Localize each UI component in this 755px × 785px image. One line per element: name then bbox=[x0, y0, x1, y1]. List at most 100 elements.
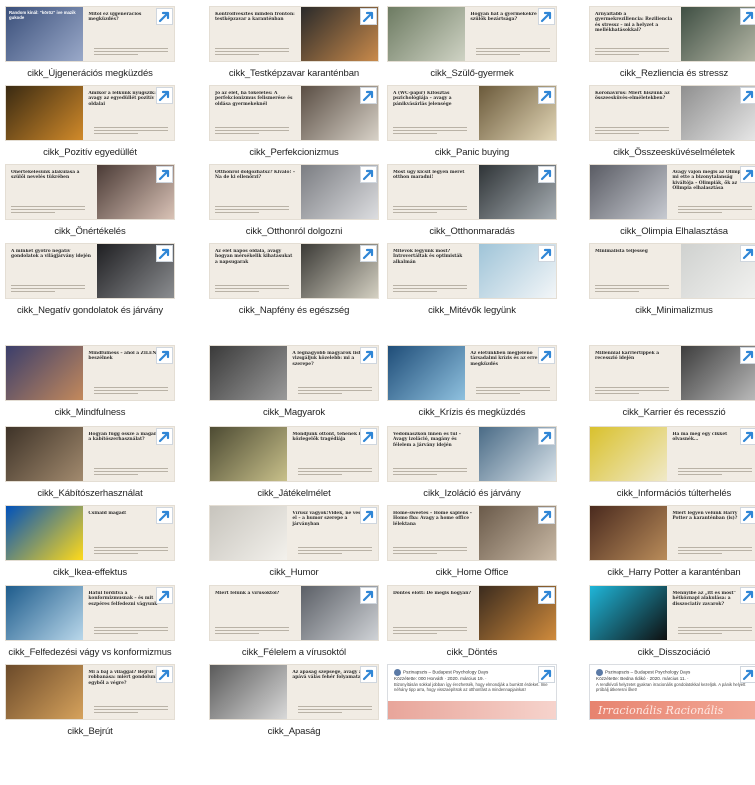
file-name-label: cikk_Bejrút bbox=[67, 726, 113, 737]
file-item-cikk-negativ-gondolatok-es-jarvany[interactable]: A minket gyötrő negatív gondolatok a vil… bbox=[4, 243, 176, 316]
file-thumbnail: Avagy vajon mégis az Olimpia, mi ette a … bbox=[589, 164, 755, 220]
file-name-label: cikk_Összeesküvéselméletek bbox=[613, 147, 735, 158]
thumbnail-body-lines bbox=[393, 625, 467, 634]
shortcut-arrow-icon bbox=[360, 87, 377, 104]
file-thumbnail: Csináld magad! bbox=[5, 505, 175, 561]
thumbnail-photo bbox=[590, 427, 668, 481]
file-name-label: cikk_Minimalizmus bbox=[635, 305, 713, 316]
thumbnail-photo bbox=[590, 165, 668, 219]
file-item-cikk-dontes[interactable]: Döntés előtt: De mégis hogyan? cikk_Dönté… bbox=[386, 585, 558, 658]
file-thumbnail: Home-sweetes – Home sapiens – Homo fba: … bbox=[387, 505, 557, 561]
file-item-cikk-rezliencia-es-stressz[interactable]: Árnyaltabb a gyermekreziliencia: Rezilie… bbox=[588, 6, 755, 79]
thumbnail-photo bbox=[6, 506, 84, 560]
thumbnail-body-lines bbox=[215, 125, 289, 134]
file-item-cikk-olimpia-elhalasztasa[interactable]: Avagy vajon mégis az Olimpia, mi ette a … bbox=[588, 164, 755, 237]
file-item-cikk-felelem-a-virusoktol[interactable]: Miért félünk a vírusoktól? cikk_Félelem a… bbox=[208, 585, 380, 658]
file-item-cikk-otthonrol-dolgozni[interactable]: Otthonról dolgozhatsz? Kiváló! – Na de k… bbox=[208, 164, 380, 237]
file-item-cikk-szulo-gyermek[interactable]: Hogyan hat a gyermekekre a szülők bezárt… bbox=[386, 6, 558, 79]
file-name-label: cikk_Pozitív egyedüllét bbox=[43, 147, 137, 158]
file-name-label: cikk_Humor bbox=[269, 567, 319, 578]
file-thumbnail: Védőmaszkon innen és túl – Avagy izoláci… bbox=[387, 426, 557, 482]
file-item-cikk-mindfulness[interactable]: Mindfulness – ahol a ZILENSZ beszélnek ci… bbox=[4, 345, 176, 418]
shortcut-arrow-icon bbox=[156, 347, 173, 364]
thumbnail-headline: Döntés előtt: De mégis hogyan? bbox=[393, 591, 472, 596]
post-page-name: Pszinapszis – Budapest Psychology Days bbox=[403, 669, 489, 675]
thumbnail-body-lines bbox=[476, 46, 550, 55]
file-item-cikk-testkepzavar-karantenban[interactable]: Kontrollvesztés minden fronton: testképz… bbox=[208, 6, 380, 79]
shortcut-arrow-icon bbox=[360, 245, 377, 262]
file-item-cikk-onertekeles[interactable]: Önértékelésünk alakulása a szülői nevelé… bbox=[4, 164, 176, 237]
thumbnail-headline: Kontrollvesztés minden fronton: testképz… bbox=[215, 12, 295, 23]
file-thumbnail: Mindfulness – ahol a ZILENSZ beszélnek bbox=[5, 345, 175, 401]
shortcut-arrow-icon bbox=[740, 245, 755, 262]
file-thumbnail: Hogyan hat a gyermekekre a szülők bezárt… bbox=[387, 6, 557, 62]
file-thumbnail: Millennial karriertippek a recesszió ide… bbox=[589, 345, 755, 401]
thumbnail-body-lines bbox=[94, 625, 168, 634]
file-item-cikk-napfeny-es-egeszseg[interactable]: Az élet napos oldala, avagy hogyan mérsé… bbox=[208, 243, 380, 316]
file-item-cikk-ujgeneracios-megkuzdes[interactable]: Random kínál: "köröz" ive mazik gukode Mi… bbox=[4, 6, 176, 79]
file-item-cikk-informacios-tulterheles[interactable]: Ha ma még egy cikket olvasnék... cikk_Inf… bbox=[588, 426, 755, 499]
thumbnail-headline: Most ugy kicsit legyen meret otthon mara… bbox=[393, 170, 465, 181]
file-item-cikk-karrier-es-recesszio[interactable]: Millennial karriertippek a recesszió ide… bbox=[588, 345, 755, 418]
file-item-cikk-felfedezesi-vagy-vs-konformizmus[interactable]: Hátul fordítva a konformizmusnak – és mi… bbox=[4, 585, 176, 658]
file-name-label: cikk_Negatív gondolatok és járvány bbox=[16, 305, 164, 316]
shortcut-arrow-icon bbox=[156, 666, 173, 683]
file-name-label: cikk_Perfekcionizmus bbox=[249, 147, 339, 158]
shortcut-arrow-icon bbox=[156, 507, 173, 524]
file-item-cikk-ikea-effektus[interactable]: Csináld magad! cikk_Ikea-effektus bbox=[4, 505, 176, 578]
file-item-cikk-krizis-es-megkuzdes[interactable]: Az életünkben megjelenő társadalmi krízi… bbox=[386, 345, 558, 418]
thumbnail-body-lines bbox=[595, 385, 669, 394]
thumbnail-body-lines bbox=[298, 545, 372, 554]
thumbnail-headline: Home-sweetes – Home sapiens – Homo fba: … bbox=[393, 511, 473, 527]
file-thumbnail: Az életünkben megjelenő társadalmi krízi… bbox=[387, 345, 557, 401]
shortcut-arrow-icon bbox=[740, 507, 755, 524]
file-name-label: cikk_Mitévők legyünk bbox=[428, 305, 516, 316]
file-item-cikk-disszociacio[interactable]: Mennyibe az „itt és most” hétköznapi ala… bbox=[588, 585, 755, 658]
file-item-cikk-panic-buying[interactable]: A (WC-papír) Kifosztás pszichológiája – … bbox=[386, 85, 558, 158]
shortcut-arrow-icon bbox=[538, 245, 555, 262]
shortcut-arrow-icon bbox=[360, 166, 377, 183]
thumbnail-body-lines bbox=[393, 204, 467, 213]
thumbnail-photo bbox=[388, 7, 466, 61]
file-item-item[interactable]: Pszinapszis – Budapest Psychology Days Kö… bbox=[386, 664, 558, 726]
thumbnail-body-lines bbox=[215, 46, 289, 55]
thumbnail-photo bbox=[6, 665, 84, 719]
thumbnail-body-lines bbox=[393, 283, 467, 292]
post-text: Bizonyításán sokkal jobban így érezhetsé… bbox=[394, 682, 548, 693]
file-thumbnail: Miért legyen velünk Harry Potter a karan… bbox=[589, 505, 755, 561]
file-name-label: cikk_Mindfulness bbox=[54, 407, 126, 418]
shortcut-arrow-icon bbox=[538, 87, 555, 104]
file-item-cikk-apasag[interactable]: Az apaság szépsége, avagy az apává válás… bbox=[208, 664, 380, 737]
thumbnail-photo bbox=[590, 586, 668, 640]
file-thumbnail: Mitévők legyünk most? Introvertáltak és … bbox=[387, 243, 557, 299]
file-thumbnail: Kontrollvesztés minden fronton: testképz… bbox=[209, 6, 379, 62]
file-item-cikk-osszeeskuveselmeletek[interactable]: Koronavírus: Miért hiszünk az összeesküv… bbox=[588, 85, 755, 158]
file-item-cikk-otthonmaradas[interactable]: Most ugy kicsit legyen meret otthon mara… bbox=[386, 164, 558, 237]
file-name-label: cikk_Panic buying bbox=[434, 147, 510, 158]
file-item-cikk-harry-potter-a-karantenban[interactable]: Miért legyen velünk Harry Potter a karan… bbox=[588, 505, 755, 578]
file-item-cikk-kabitoszerhasznalat[interactable]: Hogyan függ össze a magány és a kábítósz… bbox=[4, 426, 176, 499]
thumbnail-headline: Önértékelésünk alakulása a szülői nevelé… bbox=[11, 170, 80, 181]
file-thumbnail: Koronavírus: Miért hiszünk az összeesküv… bbox=[589, 85, 755, 141]
file-item-cikk-humor[interactable]: Vírusz vagyok!Vidék, ne vesztem el – a h… bbox=[208, 505, 380, 578]
shortcut-arrow-icon bbox=[538, 666, 555, 683]
file-thumbnail: Hogyan függ össze a magány és a kábítósz… bbox=[5, 426, 175, 482]
file-thumbnail: Hátul fordítva a konformizmusnak – és mi… bbox=[5, 585, 175, 641]
file-item-cikk-jatekelmelet[interactable]: Mondjunk ottont, tehenek ki! A közlegelő… bbox=[208, 426, 380, 499]
thumbnail-headline: Árnyaltabb a gyermekreziliencia: Rezilie… bbox=[595, 12, 673, 34]
file-item-item[interactable]: Pszinapszis – Budapest Psychology Days Kö… bbox=[588, 664, 755, 726]
thumbnail-body-lines bbox=[678, 204, 752, 213]
file-item-cikk-mitevok-legyunk[interactable]: Mitévők legyünk most? Introvertáltak és … bbox=[386, 243, 558, 316]
file-item-cikk-izolacio-es-jarvany[interactable]: Védőmaszkon innen és túl – Avagy izoláci… bbox=[386, 426, 558, 499]
file-item-cikk-magyarok[interactable]: A legnagyobb magyarok listáját vizsgálju… bbox=[208, 345, 380, 418]
shortcut-arrow-icon bbox=[538, 507, 555, 524]
file-item-cikk-bejrut[interactable]: Mi a baj a világgal? Bejrút robbanása: m… bbox=[4, 664, 176, 737]
thumbnail-body-lines bbox=[595, 125, 669, 134]
file-item-cikk-minimalizmus[interactable]: Minimalista teljesség cikk_Minimalizmus bbox=[588, 243, 755, 316]
file-name-label: cikk_Kábítószerhasználat bbox=[37, 488, 143, 499]
thumbnail-body-lines bbox=[298, 385, 372, 394]
file-item-cikk-perfekcionizmus[interactable]: Jó az élet, ha tökéletes: A perfekcioniz… bbox=[208, 85, 380, 158]
file-item-cikk-pozitiv-egyedullet[interactable]: Amikor a lelkünk nyugszik: avagy az egye… bbox=[4, 85, 176, 158]
file-item-cikk-home-office[interactable]: Home-sweetes – Home sapiens – Homo fba: … bbox=[386, 505, 558, 578]
file-name-label: cikk_Apaság bbox=[267, 726, 321, 737]
